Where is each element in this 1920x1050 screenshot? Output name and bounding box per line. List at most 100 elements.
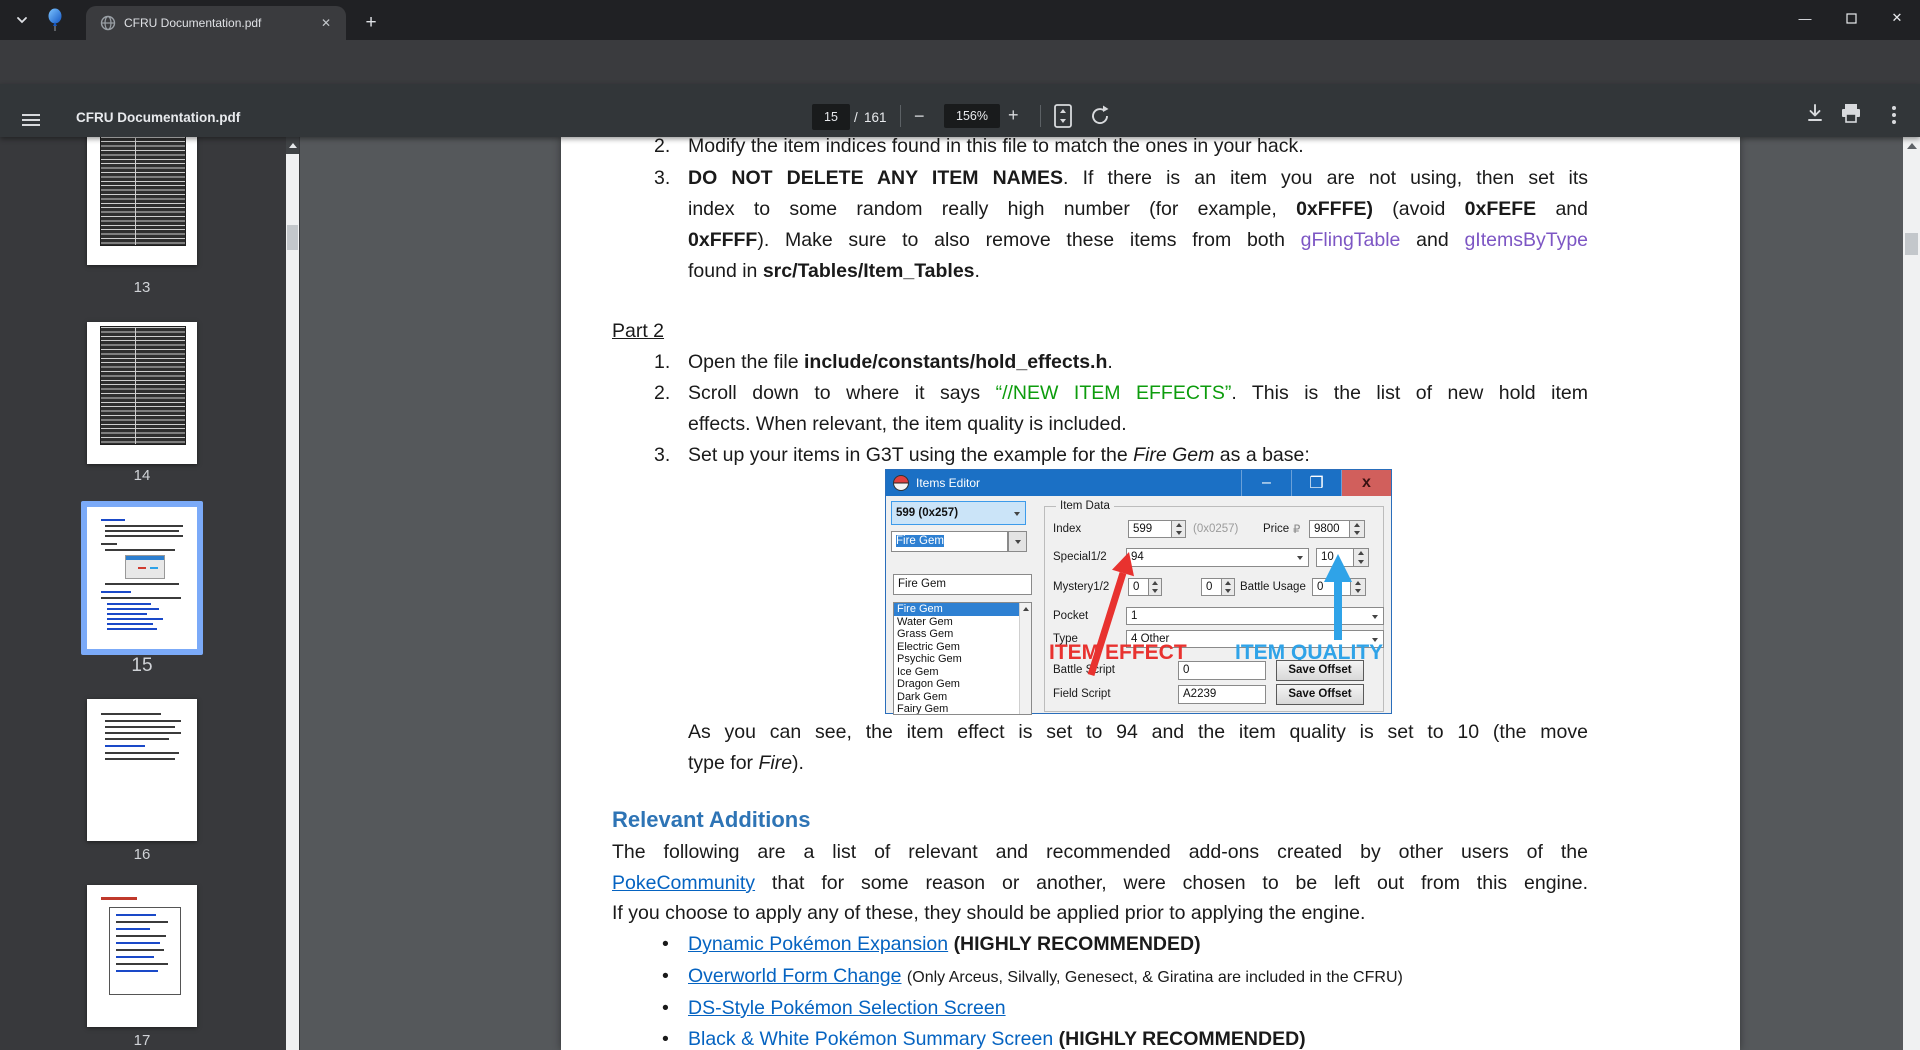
- text-segment: (HIGHLY RECOMMENDED): [954, 933, 1201, 955]
- window-close-button[interactable]: ✕: [1874, 0, 1920, 36]
- thumbnail-preview: [100, 326, 186, 444]
- bullet-icon: •: [662, 995, 669, 1022]
- thumbnail-page-17[interactable]: [87, 885, 197, 1027]
- thumbnail-label: 13: [57, 279, 227, 296]
- text-segment: and: [1536, 198, 1588, 220]
- pdf-menu-button[interactable]: [22, 111, 40, 129]
- maximize-icon: [1846, 13, 1857, 24]
- rotate-icon: [1088, 104, 1112, 128]
- text-segment: found in: [688, 260, 763, 282]
- address-bar: Archivo E:/Escritorio/Sistemas/Complete-…: [0, 40, 1920, 84]
- text-segment: and: [1400, 229, 1464, 251]
- link-pokecommunity[interactable]: PokeCommunity: [612, 872, 755, 894]
- main-scrollbar[interactable]: [1903, 137, 1920, 1050]
- doc-bullet-line: DS-Style Pokémon Selection Screen: [688, 995, 1006, 1022]
- doc-line: index to some random really high number …: [688, 196, 1588, 223]
- chevron-down-icon: [15, 13, 29, 27]
- download-icon: [1804, 102, 1826, 124]
- thumbnail-label: 14: [57, 467, 227, 484]
- text-segment: The following are a list of relevant and…: [612, 841, 1588, 863]
- annotation-arrows: [886, 470, 1393, 715]
- text-segment: DO NOT DELETE ANY ITEM NAMES: [688, 167, 1063, 189]
- thumbnail-label: 16: [57, 846, 227, 863]
- doc-line: As you can see, the item effect is set t…: [688, 719, 1588, 746]
- text-segment: Fire Gem: [1133, 444, 1214, 466]
- text-segment: 0xFFFE): [1296, 198, 1373, 220]
- doc-line: If you choose to apply any of these, the…: [612, 900, 1365, 927]
- print-button[interactable]: [1840, 102, 1862, 129]
- text-segment: .: [1107, 351, 1112, 373]
- doc-line: The following are a list of relevant and…: [612, 839, 1588, 866]
- thumbnail-page-14[interactable]: [87, 322, 197, 464]
- pdf-more-options-button[interactable]: [1884, 103, 1904, 127]
- list-number: 3.: [654, 165, 670, 192]
- link-bw-summary-screen[interactable]: Black & White Pokémon Summary Screen: [688, 1028, 1053, 1050]
- sidebar-scrollbar[interactable]: [286, 137, 299, 1050]
- list-number: 3.: [654, 442, 670, 469]
- list-number: 2.: [654, 137, 670, 160]
- text-segment: As you can see, the item effect is set t…: [688, 721, 1588, 743]
- link-gflingtable[interactable]: gFlingTable: [1301, 229, 1401, 251]
- zoom-out-button[interactable]: −: [914, 107, 925, 125]
- thumbnail-preview: [100, 137, 186, 246]
- sidebar-scrollbar-thumb[interactable]: [287, 225, 298, 250]
- download-button[interactable]: [1804, 102, 1826, 129]
- link-overworld-form-change[interactable]: Overworld Form Change: [688, 965, 902, 987]
- doc-line: 0xFFFF). Make sure to also remove these …: [688, 227, 1588, 254]
- up-arrow-icon: [289, 143, 297, 148]
- bullet-icon: •: [662, 931, 669, 958]
- text-segment: ).: [792, 752, 804, 774]
- link-ds-style-selection-screen[interactable]: DS-Style Pokémon Selection Screen: [688, 997, 1006, 1019]
- doc-bullet-line: Dynamic Pokémon Expansion (HIGHLY RECOMM…: [688, 931, 1201, 958]
- link-dynamic-pokemon-expansion[interactable]: Dynamic Pokémon Expansion: [688, 933, 948, 955]
- text-segment: type for: [688, 752, 758, 774]
- browser-tab[interactable]: CFRU Documentation.pdf ✕: [86, 6, 346, 40]
- text-segment: . If there is an item you are not using,…: [1063, 167, 1588, 189]
- text-segment: “//NEW ITEM EFFECTS”: [996, 382, 1232, 404]
- zoom-in-button[interactable]: +: [1008, 106, 1019, 124]
- tab-close-icon[interactable]: ✕: [318, 15, 334, 31]
- text-segment: that for some reason or another, were ch…: [755, 872, 1588, 894]
- window-maximize-button[interactable]: [1828, 0, 1874, 36]
- new-tab-button[interactable]: +: [358, 10, 384, 36]
- window-minimize-button[interactable]: —: [1782, 0, 1828, 36]
- thumbnail-page-15[interactable]: [87, 507, 197, 649]
- page-number-input[interactable]: [812, 104, 850, 130]
- thumbnail-page-13[interactable]: [87, 137, 197, 265]
- link-gitemsbytype[interactable]: gItemsByType: [1464, 229, 1588, 251]
- text-segment: ). Make sure to also remove these items …: [757, 229, 1300, 251]
- doc-line: Open the file include/constants/hold_eff…: [688, 349, 1113, 376]
- balloon-icon[interactable]: [46, 8, 64, 37]
- text-segment: Set up your items in G3T using the examp…: [688, 444, 1133, 466]
- doc-line: PokeCommunity that for some reason or an…: [612, 870, 1588, 897]
- thumbnail-sidebar: 13 14: [0, 137, 300, 1050]
- text-segment: 0xFFFF: [688, 229, 757, 251]
- toolbar-divider: [900, 105, 901, 127]
- hamburger-icon: [22, 114, 40, 116]
- fit-page-button[interactable]: [1052, 103, 1074, 134]
- text-segment: 0xFEFE: [1465, 198, 1537, 220]
- main-scrollbar-thumb[interactable]: [1905, 233, 1918, 255]
- tab-title: CFRU Documentation.pdf: [124, 16, 261, 30]
- text-segment: src/Tables/Item_Tables: [763, 260, 975, 282]
- zoom-level-value[interactable]: 156%: [944, 104, 1000, 128]
- toolbar-divider: [1040, 105, 1041, 127]
- fit-page-icon: [1052, 103, 1074, 129]
- page-separator: /: [854, 110, 858, 125]
- tab-search-button[interactable]: [8, 7, 36, 33]
- doc-line: DO NOT DELETE ANY ITEM NAMES. If there i…: [688, 165, 1588, 192]
- list-number: 2.: [654, 380, 670, 407]
- rotate-button[interactable]: [1088, 104, 1112, 133]
- text-segment: Scroll down to where it says: [688, 382, 996, 404]
- main-scroll-up-button[interactable]: [1903, 137, 1920, 154]
- sidebar-scroll-up-button[interactable]: [286, 137, 299, 154]
- text-segment: (avoid: [1373, 198, 1465, 220]
- section-heading-part2: Part 2: [612, 318, 664, 345]
- bullet-icon: •: [662, 1026, 669, 1050]
- doc-line: Modify the item indices found in this fi…: [688, 137, 1588, 160]
- globe-favicon-icon: [100, 15, 116, 31]
- text-segment: include/constants/hold_effects.h: [804, 351, 1107, 373]
- doc-line: effects. When relevant, the item quality…: [688, 411, 1127, 438]
- thumbnail-page-16[interactable]: [87, 699, 197, 841]
- page-total: 161: [864, 110, 887, 125]
